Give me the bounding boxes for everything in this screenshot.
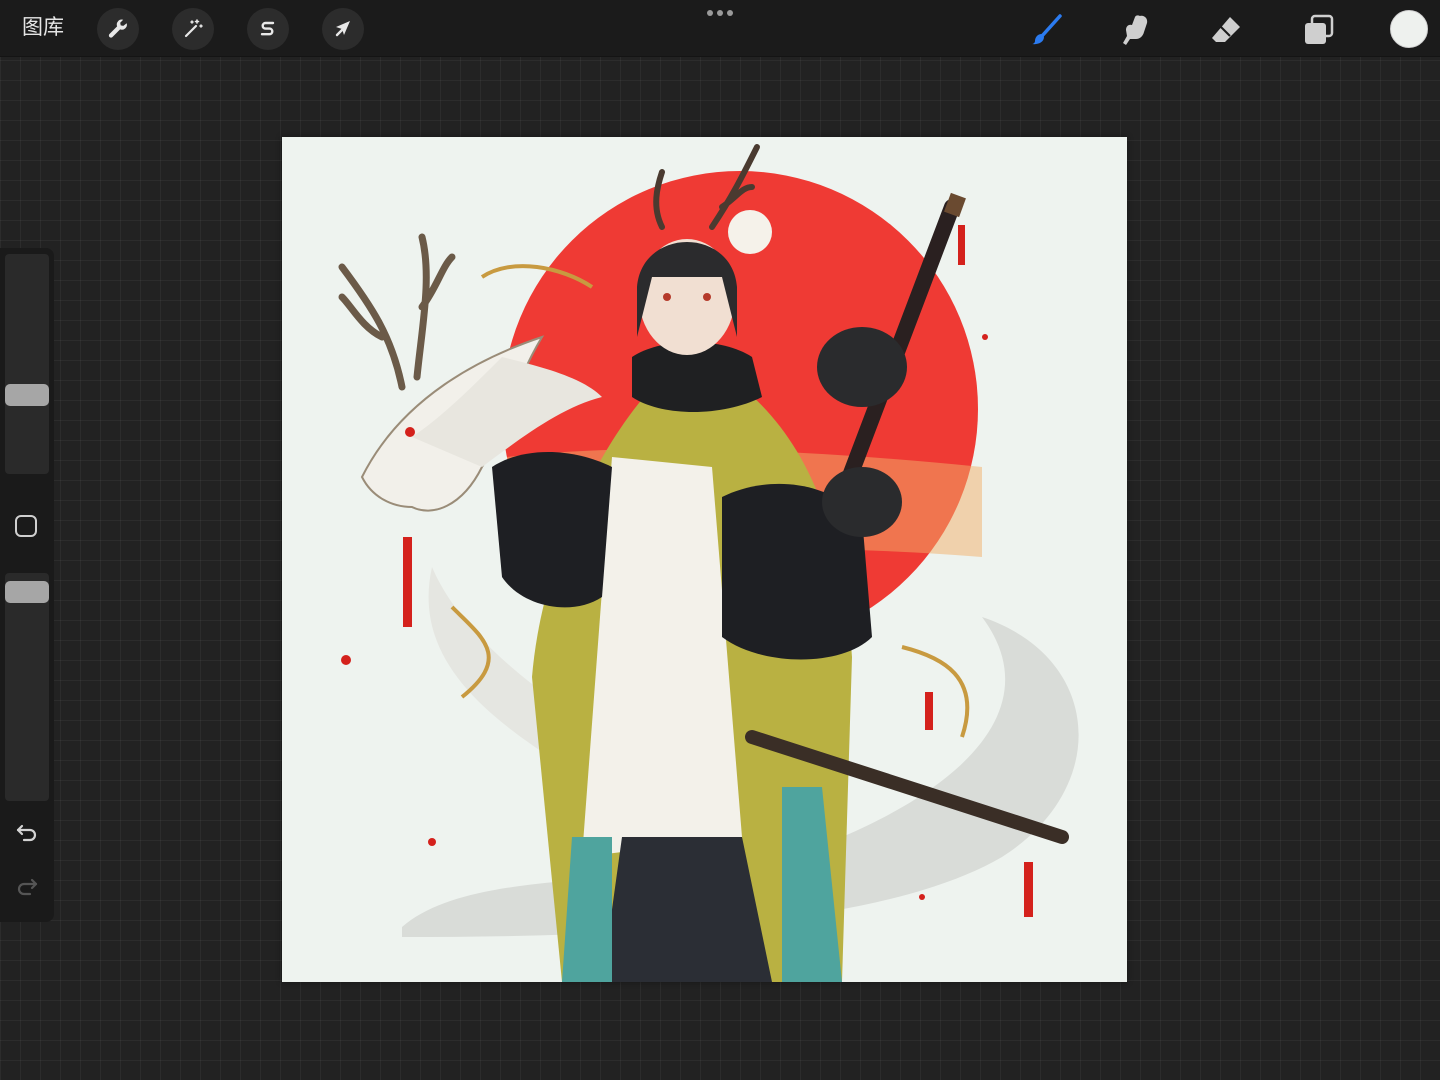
actions-button[interactable] (97, 8, 139, 50)
color-picker-button[interactable] (1390, 10, 1428, 48)
adjustments-button[interactable] (172, 8, 214, 50)
arrow-cursor-icon (335, 21, 350, 37)
more-menu-button[interactable] (700, 4, 740, 22)
selection-s-icon (260, 21, 275, 36)
smudge-tool-button[interactable] (1114, 8, 1158, 52)
opacity-slider[interactable] (5, 573, 49, 801)
undo-icon (16, 824, 37, 842)
modify-square-icon[interactable] (15, 515, 37, 537)
selection-button[interactable] (247, 8, 289, 50)
dot-icon (707, 10, 713, 16)
layers-icon (1305, 14, 1334, 44)
eraser-icon (1212, 17, 1240, 42)
brush-icon (1032, 14, 1062, 45)
left-sidebar (0, 248, 54, 922)
undo-button[interactable] (12, 818, 42, 848)
eraser-tool-button[interactable] (1204, 8, 1248, 52)
brush-size-handle[interactable] (5, 384, 49, 406)
opacity-handle[interactable] (5, 581, 49, 603)
brush-tool-button[interactable] (1024, 8, 1068, 52)
smudge-finger-icon (1123, 15, 1148, 45)
top-toolbar: 图库 (0, 0, 1440, 57)
transform-button[interactable] (322, 8, 364, 50)
redo-icon (17, 878, 38, 896)
brush-size-slider[interactable] (5, 254, 49, 474)
redo-button[interactable] (12, 872, 42, 902)
magic-wand-icon (184, 19, 203, 38)
dot-icon (717, 10, 723, 16)
gallery-button[interactable]: 图库 (22, 14, 64, 42)
drawing-canvas[interactable] (282, 137, 1127, 982)
artwork-illustration (282, 137, 1127, 982)
layers-button[interactable] (1296, 8, 1340, 52)
dot-icon (727, 10, 733, 16)
wrench-icon (108, 19, 127, 38)
